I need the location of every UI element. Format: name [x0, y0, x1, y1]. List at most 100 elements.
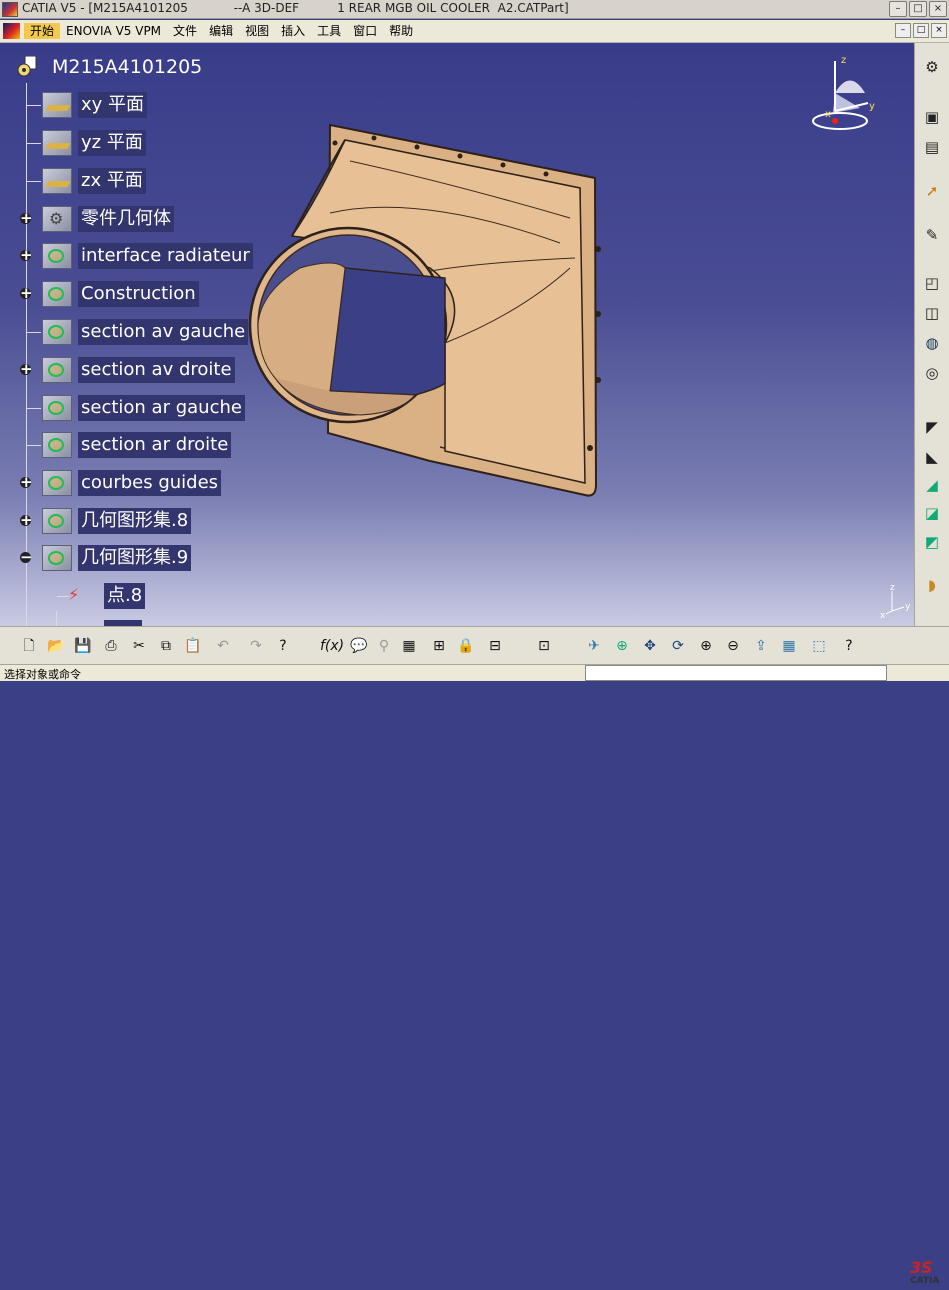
point-icon: ⚡	[68, 585, 80, 604]
geometrical-set-icon	[42, 243, 72, 269]
title-bar: CATIA V5 - [M215A4101205 --A 3D-DEF 1 RE…	[0, 0, 949, 19]
catia-logo: 3S CATIA	[910, 1258, 940, 1286]
rotate-icon[interactable]: ⟳	[667, 635, 689, 657]
draft-icon[interactable]: ◢	[920, 473, 944, 497]
compass-y-label: y	[869, 101, 875, 112]
measure-icon[interactable]: ⊡	[533, 635, 555, 657]
comment-icon[interactable]: 💬	[348, 635, 370, 657]
compass-z-label: z	[841, 55, 846, 66]
menu-file[interactable]: 文件	[167, 23, 203, 39]
render-style-icon[interactable]: ?	[838, 635, 860, 657]
menu-bar: 开始 ENOVIA V5 VPM 文件 编辑 视图 插入 工具 窗口 帮助 – …	[0, 20, 949, 43]
geometrical-set-icon	[42, 432, 72, 458]
pocket-icon[interactable]: ◫	[920, 301, 944, 325]
redo-icon[interactable]: ↷	[245, 635, 267, 657]
whats-this-icon[interactable]: ?	[272, 635, 294, 657]
geometrical-set-icon	[42, 319, 72, 345]
gear-icon[interactable]: ⚙	[920, 55, 944, 79]
plane-icon	[42, 130, 72, 156]
extrude-icon[interactable]: ◰	[920, 271, 944, 295]
menu-tools[interactable]: 工具	[311, 23, 347, 39]
svg-text:x: x	[880, 611, 886, 619]
lock-icon[interactable]: ⚲	[373, 635, 395, 657]
geometrical-set-icon	[42, 357, 72, 383]
geometrical-set-icon	[42, 545, 72, 571]
axis-indicator: z y x	[880, 583, 911, 619]
chamfer-icon[interactable]: ◣	[920, 445, 944, 469]
hole-icon[interactable]: ◎	[920, 361, 944, 385]
new-file-icon[interactable]: 🗋	[18, 635, 40, 657]
tree-icon[interactable]: ⊞	[428, 635, 450, 657]
menu-help[interactable]: 帮助	[383, 23, 419, 39]
open-folder-icon[interactable]: 📂	[45, 635, 67, 657]
compass-x-label: x	[825, 109, 831, 120]
part-root-label[interactable]: M215A4101205	[52, 56, 202, 78]
sketch-icon[interactable]: ✎	[920, 223, 944, 247]
part-body-icon	[42, 206, 72, 232]
svg-text:z: z	[890, 583, 895, 593]
paste-icon[interactable]: ▤	[920, 135, 944, 159]
catia-app-icon	[2, 2, 18, 17]
padlock-icon[interactable]: 🔒	[455, 635, 477, 657]
right-toolbar: ⚙ ▣ ▤ ➚ ✎ ◰ ◫ ◍ ◎ ◤ ◣ ◢ ◪ ◩ ◗	[914, 43, 949, 626]
doc-minimize-button[interactable]: –	[895, 23, 911, 38]
cut-icon[interactable]: ✂	[128, 635, 150, 657]
menu-window[interactable]: 窗口	[347, 23, 383, 39]
geometrical-set-icon	[42, 470, 72, 496]
doc-close-button[interactable]: ×	[931, 23, 947, 38]
window-title: CATIA V5 - [M215A4101205 --A 3D-DEF 1 RE…	[22, 1, 569, 15]
menu-insert[interactable]: 插入	[275, 23, 311, 39]
iso-view-icon[interactable]: ⬚	[808, 635, 830, 657]
document-icon[interactable]	[3, 23, 20, 39]
undo-icon[interactable]: ↶	[212, 635, 234, 657]
collapse-toggle[interactable]: −	[20, 550, 33, 565]
expand-toggle[interactable]: +	[20, 513, 33, 528]
specification-tree[interactable]: M215A4101205 xy 平面 yz 平面 zx 平面 + 零件几何体 +…	[0, 43, 270, 626]
shell-icon[interactable]: ◪	[920, 501, 944, 525]
pan-icon[interactable]: ✥	[639, 635, 661, 657]
revolve-icon[interactable]: ◍	[920, 331, 944, 355]
surface-icon[interactable]: ◗	[920, 573, 944, 597]
menu-view[interactable]: 视图	[239, 23, 275, 39]
table-icon[interactable]: ▦	[398, 635, 420, 657]
plane-icon	[42, 168, 72, 194]
select-arrow-icon[interactable]: ➚	[920, 179, 944, 203]
geometrical-set-icon	[42, 508, 72, 534]
formula-icon[interactable]: f(x)	[320, 635, 344, 657]
print-icon[interactable]: ⎙	[100, 635, 122, 657]
catalog-icon[interactable]: ⊟	[484, 635, 506, 657]
expand-toggle[interactable]: +	[20, 286, 33, 301]
menu-start[interactable]: 开始	[24, 23, 61, 39]
maximize-button[interactable]: □	[909, 1, 927, 17]
minimize-button[interactable]: –	[889, 1, 907, 17]
copy-icon[interactable]: ▣	[920, 105, 944, 129]
bottom-toolbar: 🗋 📂 💾 ⎙ ✂ ⧉ 📋 ↶ ↷ ? f(x) 💬 ⚲ ▦ ⊞ 🔒 ⊟ ⊡ ✈…	[0, 626, 949, 1286]
expand-toggle[interactable]: +	[20, 362, 33, 377]
menu-edit[interactable]: 编辑	[203, 23, 239, 39]
command-input[interactable]	[585, 665, 887, 681]
fit-all-icon[interactable]: ⊕	[611, 635, 633, 657]
menu-enovia[interactable]: ENOVIA V5 VPM	[60, 23, 167, 39]
3d-viewport[interactable]: M215A4101205 xy 平面 yz 平面 zx 平面 + 零件几何体 +…	[0, 43, 915, 626]
plane-icon	[42, 92, 72, 118]
save-icon[interactable]: 💾	[72, 635, 94, 657]
normal-view-icon[interactable]: ⇪	[750, 635, 772, 657]
fillet-icon[interactable]: ◤	[920, 415, 944, 439]
zoom-out-icon[interactable]: ⊖	[722, 635, 744, 657]
doc-restore-button[interactable]: □	[913, 23, 929, 38]
thickness-icon[interactable]: ◩	[920, 530, 944, 554]
zoom-in-icon[interactable]: ⊕	[695, 635, 717, 657]
copy-icon[interactable]: ⧉	[155, 635, 177, 657]
expand-toggle[interactable]: +	[20, 211, 33, 226]
geometrical-set-icon	[42, 395, 72, 421]
fly-mode-icon[interactable]: ✈	[583, 635, 605, 657]
part-root-icon[interactable]	[16, 56, 38, 78]
compass-widget[interactable]: z y x	[805, 53, 890, 138]
multi-view-icon[interactable]: ▦	[778, 635, 800, 657]
status-bar: 选择对象或命令	[0, 664, 949, 681]
paste-icon[interactable]: 📋	[182, 635, 204, 657]
close-button[interactable]: ×	[929, 1, 947, 17]
svg-text:y: y	[905, 602, 911, 612]
expand-toggle[interactable]: +	[20, 475, 33, 490]
expand-toggle[interactable]: +	[20, 248, 33, 263]
